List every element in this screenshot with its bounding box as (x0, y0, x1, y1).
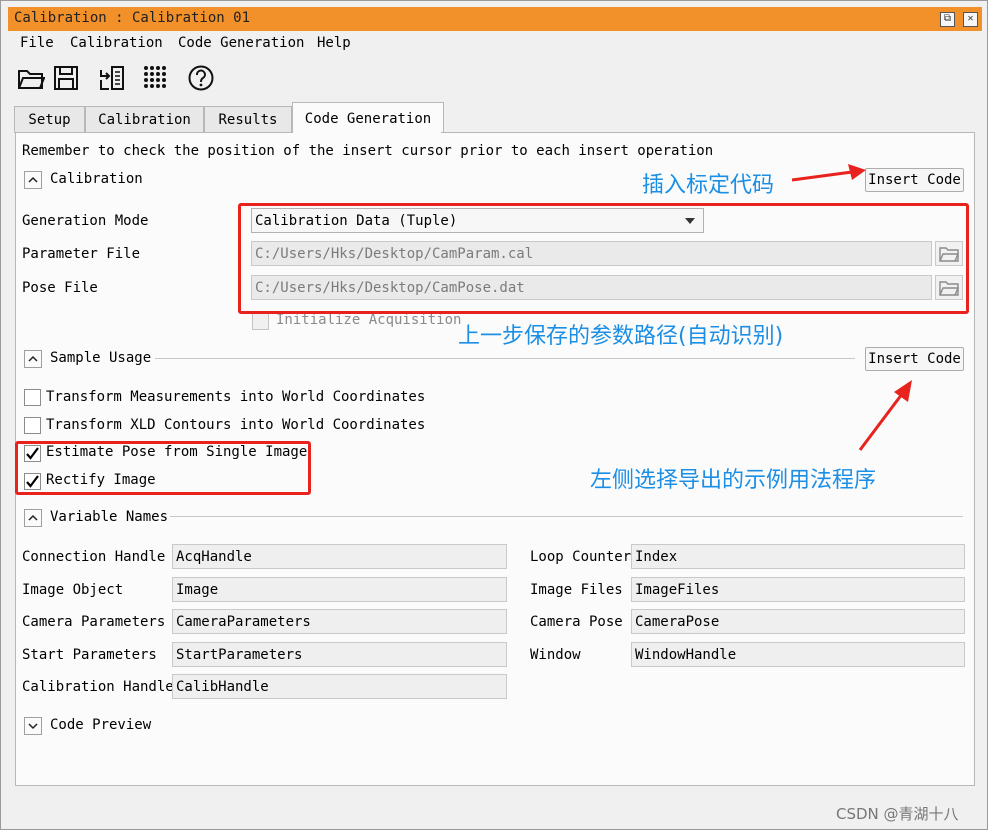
insert-code-button-calibration[interactable]: Insert Code (865, 168, 964, 192)
var-connection-handle-label: Connection Handle (22, 549, 166, 565)
menu-help[interactable]: Help (317, 35, 351, 51)
initialize-acquisition-label: Initialize Acquisition (276, 312, 462, 328)
watermark: CSDN @青湖十八 (836, 805, 959, 823)
var-window-field[interactable]: WindowHandle (631, 642, 965, 667)
highlight-calibration-fields (238, 203, 969, 314)
tab-calibration[interactable]: Calibration (85, 106, 204, 133)
close-icon[interactable]: ✕ (963, 12, 978, 27)
var-connection-handle-field[interactable]: AcqHandle (172, 544, 507, 569)
option-transform-xld-checkbox[interactable] (24, 417, 41, 434)
var-camera-pose-field[interactable]: CameraPose (631, 609, 965, 634)
insert-code-button-sample[interactable]: Insert Code (865, 347, 964, 371)
tab-code-generation[interactable]: Code Generation (292, 102, 444, 134)
var-start-parameters-field[interactable]: StartParameters (172, 642, 507, 667)
divider (155, 358, 855, 359)
var-camera-parameters-field[interactable]: CameraParameters (172, 609, 507, 634)
var-start-parameters-label: Start Parameters (22, 647, 157, 663)
annotation-parameter-path: 上一步保存的参数路径(自动识别) (458, 324, 784, 349)
var-loop-counter-label: Loop Counter (530, 549, 632, 565)
sample-usage-collapse-button[interactable] (24, 350, 42, 368)
divider (170, 516, 963, 517)
var-camera-pose-label: Camera Pose (530, 614, 623, 630)
restore-icon[interactable]: ⧉ (940, 12, 955, 27)
var-calibration-handle-field[interactable]: CalibHandle (172, 674, 507, 699)
sample-usage-section-title: Sample Usage (50, 350, 152, 366)
annotation-insert-code: 插入标定代码 (642, 173, 775, 198)
pose-file-label: Pose File (22, 280, 98, 296)
annotation-choose-sample: 左侧选择导出的示例用法程序 (590, 468, 877, 493)
option-transform-measurements-checkbox[interactable] (24, 389, 41, 406)
var-image-files-label: Image Files (530, 582, 623, 598)
variable-names-collapse-button[interactable] (24, 509, 42, 527)
annotation-arrow-icon (791, 164, 866, 182)
open-folder-icon[interactable] (17, 64, 45, 92)
code-preview-expand-button[interactable] (24, 717, 42, 735)
option-transform-xld-label: Transform XLD Contours into World Coordi… (46, 417, 426, 433)
tab-setup[interactable]: Setup (14, 106, 85, 133)
var-image-object-field[interactable]: Image (172, 577, 507, 602)
highlight-selected-options (15, 441, 311, 495)
tab-results[interactable]: Results (204, 106, 292, 133)
var-image-object-label: Image Object (22, 582, 124, 598)
var-image-files-field[interactable]: ImageFiles (631, 577, 965, 602)
menu-file[interactable]: File (20, 35, 54, 51)
generation-mode-label: Generation Mode (22, 213, 149, 229)
code-preview-section-title: Code Preview (50, 717, 152, 733)
variable-names-section-title: Variable Names (50, 509, 169, 525)
parameter-file-label: Parameter File (22, 246, 141, 262)
var-camera-parameters-label: Camera Parameters (22, 614, 166, 630)
calibration-collapse-button[interactable] (24, 171, 42, 189)
menu-code-generation[interactable]: Code Generation (178, 35, 304, 51)
annotation-arrow-icon (858, 380, 912, 451)
calibration-grid-icon[interactable] (142, 64, 170, 92)
save-icon[interactable] (52, 64, 80, 92)
window-title: Calibration : Calibration 01 (14, 10, 251, 26)
calibration-section-title: Calibration (50, 171, 143, 187)
initialize-acquisition-checkbox[interactable] (252, 313, 269, 330)
var-loop-counter-field[interactable]: Index (631, 544, 965, 569)
menu-calibration[interactable]: Calibration (70, 35, 163, 51)
insert-code-icon[interactable] (98, 64, 126, 92)
var-calibration-handle-label: Calibration Handle (22, 679, 174, 695)
title-bar: Calibration : Calibration 01 ⧉ ✕ (8, 7, 982, 31)
help-icon[interactable] (187, 64, 215, 92)
var-window-label: Window (530, 647, 581, 663)
insert-hint: Remember to check the position of the in… (22, 143, 714, 159)
option-transform-measurements-label: Transform Measurements into World Coordi… (46, 389, 426, 405)
